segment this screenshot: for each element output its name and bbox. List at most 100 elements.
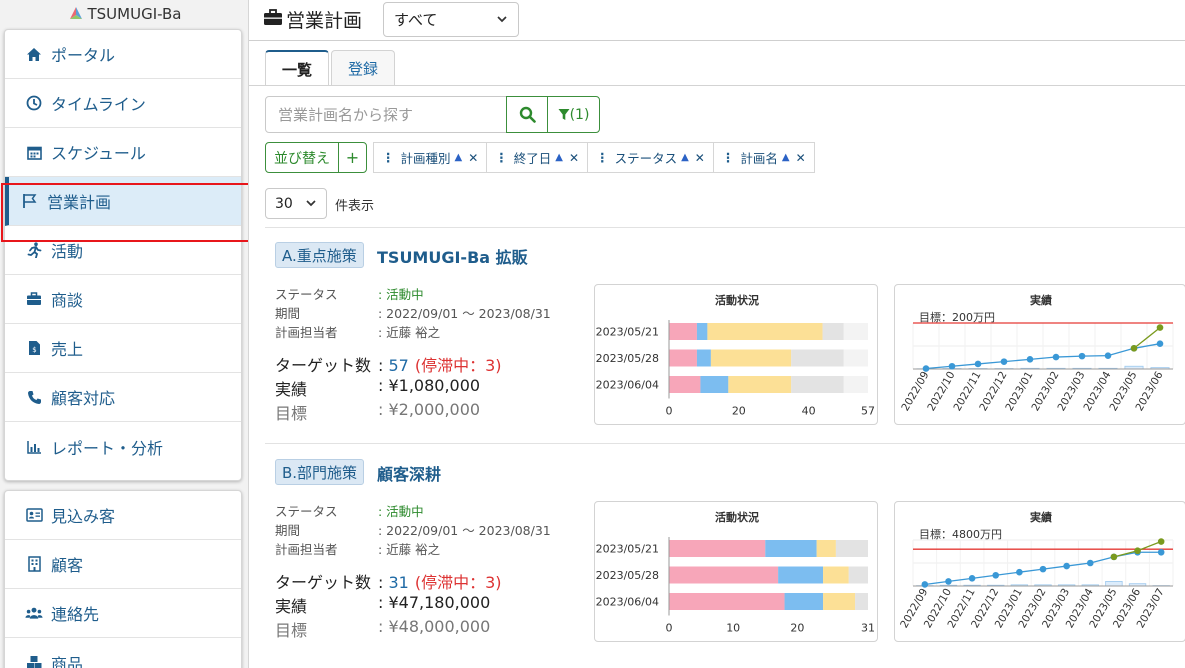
remove-sort-icon[interactable]: ✕ (569, 151, 579, 165)
drag-handle-icon[interactable]: ⋮ (382, 150, 395, 165)
owner-label: 計画担当者 (275, 542, 338, 557)
goal-label: 目標 (275, 404, 308, 423)
drag-handle-icon[interactable]: ⋮ (495, 150, 508, 165)
target-annotation: 目標：200万円 (919, 310, 995, 324)
sort-button[interactable]: 並び替え (265, 142, 339, 173)
actual-label: 実績 (275, 380, 308, 399)
actual-value: : ¥1,080,000 (378, 376, 481, 395)
drag-handle-icon[interactable]: ⋮ (722, 150, 735, 165)
data-point (1130, 345, 1138, 352)
sort-chip-plan-name[interactable]: ⋮ 計画名 ▲ ✕ (712, 142, 815, 173)
bar-segment (669, 593, 785, 610)
users-icon (25, 604, 43, 622)
tab-list[interactable]: 一覧 (265, 50, 330, 86)
activity-chart-svg: 活動状況 2023/05/21 2023/05/28 2023/06/04 0 20 40 5… (596, 293, 875, 418)
plan-filter-select[interactable]: すべて (383, 2, 519, 37)
data-point (1157, 548, 1165, 556)
result-chart-svg: 実績目標：4800万円2022/092022/102022/112022/122… (898, 510, 1174, 630)
sort-ascending-icon[interactable]: ▲ (782, 152, 790, 163)
target-count-link[interactable]: 57 (388, 356, 408, 375)
sidebar-item-reports[interactable]: レポート・分析 (5, 422, 241, 471)
sort-ascending-icon[interactable]: ▲ (555, 152, 563, 163)
sort-chip-plan-type[interactable]: ⋮ 計画種別 ▲ ✕ (373, 142, 488, 173)
data-point (1110, 553, 1118, 561)
status-label: ステータス (275, 287, 338, 302)
filter-button[interactable]: (1) (547, 96, 600, 133)
data-point (922, 365, 930, 372)
chart-title: 活動状況 (715, 293, 759, 307)
search-button[interactable] (506, 96, 548, 133)
building-icon (25, 555, 43, 573)
logo-mark-icon (69, 7, 82, 19)
sort-chip-status[interactable]: ⋮ ステータス ▲ ✕ (587, 142, 714, 173)
selection-highlight (1, 183, 253, 242)
data-point (1157, 538, 1165, 545)
remove-sort-icon[interactable]: ✕ (695, 151, 705, 165)
period-label: 期間 (275, 523, 301, 538)
search-input[interactable]: 営業計画名から探す (265, 96, 507, 133)
remove-sort-icon[interactable]: ✕ (468, 151, 478, 165)
x-tick-label: 20 (732, 405, 746, 418)
drag-handle-icon[interactable]: ⋮ (596, 150, 609, 165)
sidebar-item-sales[interactable]: $ 売上 (5, 324, 241, 373)
boxes-icon (25, 654, 43, 668)
sidebar-item-leads[interactable]: 見込み客 (5, 491, 241, 540)
sidebar-item-contacts[interactable]: 連絡先 (5, 589, 241, 638)
invoice-icon: $ (25, 339, 43, 357)
status-value: : 活動中 (378, 287, 424, 302)
sidebar-item-label: 商談 (51, 291, 84, 310)
remove-sort-icon[interactable]: ✕ (796, 151, 806, 165)
sort-chip-list: ⋮ 計画種別 ▲ ✕ ⋮ 終了日 ▲ ✕ ⋮ ステータス ▲ ✕ ⋮ 計画名 ▲… (373, 142, 815, 173)
sidebar-item-customers[interactable]: 顧客 (5, 540, 241, 589)
status-value: : 活動中 (378, 504, 424, 519)
svg-text:$: $ (32, 346, 36, 354)
filter-icon (558, 109, 570, 120)
bar-segment (822, 323, 844, 340)
goal-label: 目標 (275, 621, 308, 640)
phone-icon (25, 388, 43, 406)
briefcase-icon (25, 290, 43, 308)
category-label: 2023/05/21 (596, 326, 659, 339)
bar-chart-icon (25, 438, 43, 456)
sidebar-item-support[interactable]: 顧客対応 (5, 373, 241, 422)
bar-segment (710, 349, 792, 367)
data-point (1000, 358, 1008, 365)
per-page-select[interactable]: 30 (265, 188, 327, 219)
sidebar-item-deals[interactable]: 商談 (5, 275, 241, 324)
sidebar-item-schedule[interactable]: スケジュール (5, 128, 241, 177)
sort-ascending-icon[interactable]: ▲ (455, 152, 463, 163)
sort-chip-label: ステータス (614, 151, 678, 166)
main-content: 営業計画 すべて 一覧 登録 営業計画名から探す (1) 並び替え + ⋮ 計画… (248, 0, 1185, 668)
result-chart-svg: 実績目標：200万円2022/092022/102022/112022/1220… (899, 293, 1174, 413)
sidebar-item-timeline[interactable]: タイムライン (5, 79, 241, 128)
data-point (1134, 547, 1141, 555)
sort-chip-end-date[interactable]: ⋮ 終了日 ▲ ✕ (486, 142, 589, 173)
sort-ascending-icon[interactable]: ▲ (681, 152, 689, 163)
data-point (1039, 565, 1047, 573)
bar-segment (728, 376, 792, 393)
bar-segment (855, 593, 868, 610)
data-point (1086, 559, 1094, 567)
data-point (948, 362, 956, 370)
result-chart: 実績 目標：4800万円 2022/09 2022/10 2022/11 2022/12 2… (894, 501, 1185, 642)
plan-name-link[interactable]: TSUMUGI-Ba 拡販 (377, 244, 528, 268)
goal-value: : ¥2,000,000 (378, 400, 481, 419)
nav-group-main: ポータル タイムライン スケジュール 営業計画 活動 商談 $ 売上 顧客対応 (4, 29, 242, 481)
data-point (1052, 353, 1060, 361)
category-label: 2023/05/28 (596, 569, 659, 582)
sidebar-item-products[interactable]: 商品 (5, 638, 241, 668)
data-point (1078, 352, 1086, 360)
bar-segment (791, 349, 844, 367)
sidebar-item-portal[interactable]: ポータル (5, 30, 241, 79)
period-value: : 2022/09/01 ～ 2023/08/31 (378, 306, 551, 321)
tab-register[interactable]: 登録 (331, 50, 396, 86)
owner-value: : 近藤 裕之 (378, 542, 441, 557)
target-count-link[interactable]: 31 (388, 573, 408, 592)
add-sort-button[interactable]: + (338, 142, 367, 173)
target-prefix: : (378, 573, 389, 592)
stalled-count: (停滞中：3) (414, 356, 502, 375)
period-value: : 2022/09/01 ～ 2023/08/31 (378, 523, 551, 538)
bar-segment (696, 349, 711, 367)
plan-name-link[interactable]: 顧客深耕 (377, 461, 441, 485)
logo[interactable]: TSUMUGI-Ba (0, 0, 248, 28)
